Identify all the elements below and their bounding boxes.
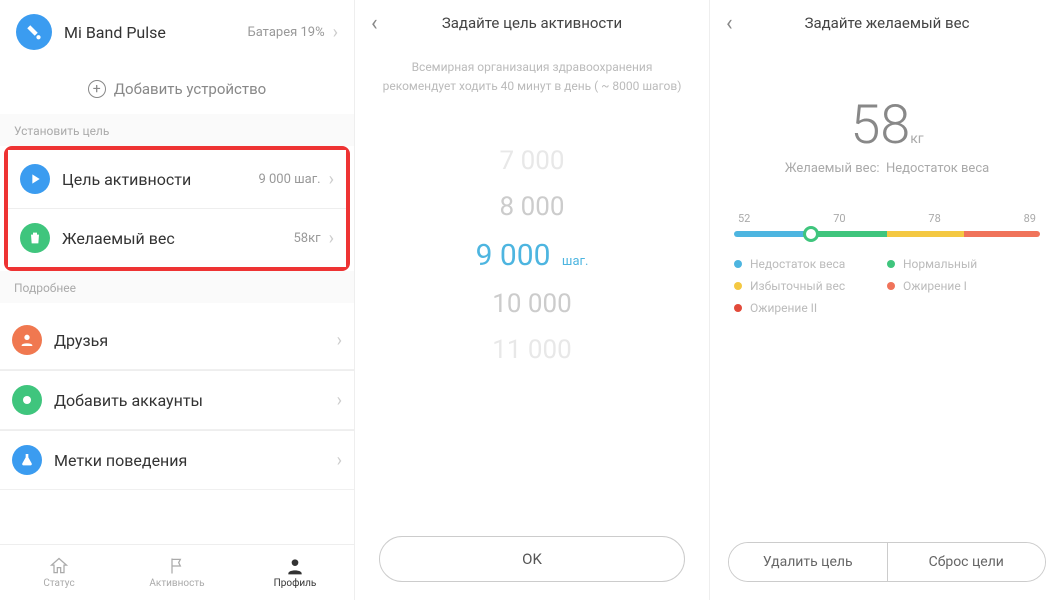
weight-goal-value: 58кг (293, 231, 320, 246)
legend-dot (734, 260, 742, 268)
weight-value: 58кг (710, 94, 1064, 157)
back-button[interactable]: ‹ (371, 11, 378, 36)
link-icon (12, 385, 42, 415)
slider-track (734, 231, 1040, 237)
more-list: Друзья › Добавить аккаунты › Метки повед… (0, 311, 354, 490)
section-more-header: Подробнее (0, 271, 354, 303)
legend-dot (734, 282, 742, 290)
legend: Недостаток веса Нормальный Избыточный ве… (734, 253, 1040, 319)
weight-unit: кг (910, 131, 923, 147)
tab-status-label: Статус (43, 578, 74, 589)
plus-icon: + (88, 80, 106, 98)
tab-activity[interactable]: Активность (118, 545, 236, 600)
slider-seg-obese (964, 231, 1041, 237)
home-icon (49, 556, 69, 576)
device-name: Mi Band Pulse (64, 23, 248, 42)
tick: 89 (1024, 212, 1036, 225)
device-row[interactable]: Mi Band Pulse Батарея 19% › (0, 0, 354, 64)
friends-row[interactable]: Друзья › (0, 311, 354, 370)
legend-item: Избыточный вес (734, 275, 887, 297)
add-device-button[interactable]: + Добавить устройство (0, 64, 354, 114)
bmi-slider[interactable]: 52 70 78 89 (734, 212, 1040, 237)
accounts-label: Добавить аккаунты (54, 391, 337, 410)
chevron-right-icon: › (333, 22, 338, 43)
weight-number: 58 (850, 94, 910, 157)
bag-icon (20, 223, 50, 253)
panel3-title: Задайте желаемый вес (805, 14, 970, 32)
legend-item: Ожирение I (887, 275, 1040, 297)
weight-goal-row[interactable]: Желаемый вес 58кг › (8, 208, 346, 267)
friends-label: Друзья (54, 331, 337, 350)
tab-profile-label: Профиль (274, 578, 317, 589)
tab-profile[interactable]: Профиль (236, 545, 354, 600)
target-line: Желаемый вес: Недостаток веса (710, 161, 1064, 176)
device-battery: Батарея 19% (248, 25, 325, 40)
activity-goal-value: 9 000 шаг. (258, 172, 320, 187)
chevron-right-icon: › (337, 330, 342, 351)
who-line2: рекомендует ходить 40 минут в день ( ~ 8… (379, 77, 685, 96)
back-button[interactable]: ‹ (726, 11, 733, 36)
weight-goal-label: Желаемый вес (62, 229, 293, 248)
legend-item: Нормальный (887, 253, 1040, 275)
tab-activity-label: Активность (149, 578, 204, 589)
profile-panel: Mi Band Pulse Батарея 19% › + Добавить у… (0, 0, 355, 600)
flask-icon (12, 445, 42, 475)
wheel-item: 10 000 (355, 281, 709, 327)
button-row: Удалить цель Сброс цели (728, 542, 1046, 582)
wheel-item: 11 000 (355, 327, 709, 373)
add-device-label: Добавить устройство (114, 80, 267, 98)
panel2-header: ‹ Задайте цель активности (355, 0, 709, 46)
legend-dot (887, 260, 895, 268)
wheel-item: 7 000 (355, 138, 709, 184)
tick: 52 (738, 212, 750, 225)
legend-item: Недостаток веса (734, 253, 887, 275)
panel3-header: ‹ Задайте желаемый вес (710, 0, 1064, 46)
profile-icon (285, 556, 305, 576)
chevron-right-icon: › (329, 169, 334, 190)
who-line1: Всемирная организация здравоохранения (379, 58, 685, 77)
chevron-right-icon: › (329, 228, 334, 249)
play-icon (20, 164, 50, 194)
slider-handle[interactable] (803, 226, 819, 242)
slider-seg-normal (811, 231, 888, 237)
chevron-right-icon: › (337, 450, 342, 471)
slider-seg-overweight (887, 231, 964, 237)
panel2-title: Задайте цель активности (442, 14, 622, 32)
activity-goal-row[interactable]: Цель активности 9 000 шаг. › (8, 150, 346, 208)
reset-goal-button[interactable]: Сброс цели (887, 543, 1046, 581)
user-icon (12, 325, 42, 355)
chevron-right-icon: › (337, 390, 342, 411)
flag-icon (167, 556, 187, 576)
band-icon (16, 14, 52, 50)
tags-row[interactable]: Метки поведения › (0, 430, 354, 490)
steps-wheel[interactable]: 7 000 8 000 9 000 шаг. 10 000 11 000 (355, 108, 709, 403)
section-goals-header: Установить цель (0, 114, 354, 146)
tick: 70 (833, 212, 845, 225)
tick: 78 (928, 212, 940, 225)
slider-ticks: 52 70 78 89 (734, 212, 1040, 231)
tab-status[interactable]: Статус (0, 545, 118, 600)
ok-button[interactable]: OK (379, 536, 685, 582)
target-status: Недостаток веса (886, 161, 989, 176)
wheel-item-selected: 9 000 шаг. (355, 230, 709, 281)
accounts-row[interactable]: Добавить аккаунты › (0, 370, 354, 430)
activity-goal-label: Цель активности (62, 170, 258, 189)
tags-label: Метки поведения (54, 451, 337, 470)
target-label: Желаемый вес: (785, 161, 880, 176)
legend-dot (734, 304, 742, 312)
who-text: Всемирная организация здравоохранения ре… (355, 46, 709, 108)
weight-goal-panel: ‹ Задайте желаемый вес 58кг Желаемый вес… (710, 0, 1064, 600)
delete-goal-button[interactable]: Удалить цель (729, 543, 887, 581)
activity-goal-panel: ‹ Задайте цель активности Всемирная орга… (355, 0, 710, 600)
goals-highlight-box: Цель активности 9 000 шаг. › Желаемый ве… (4, 146, 350, 271)
legend-dot (887, 282, 895, 290)
legend-item: Ожирение II (734, 297, 887, 319)
slider-seg-underweight (734, 231, 811, 237)
tab-bar: Статус Активность Профиль (0, 544, 354, 600)
wheel-item: 8 000 (355, 184, 709, 230)
